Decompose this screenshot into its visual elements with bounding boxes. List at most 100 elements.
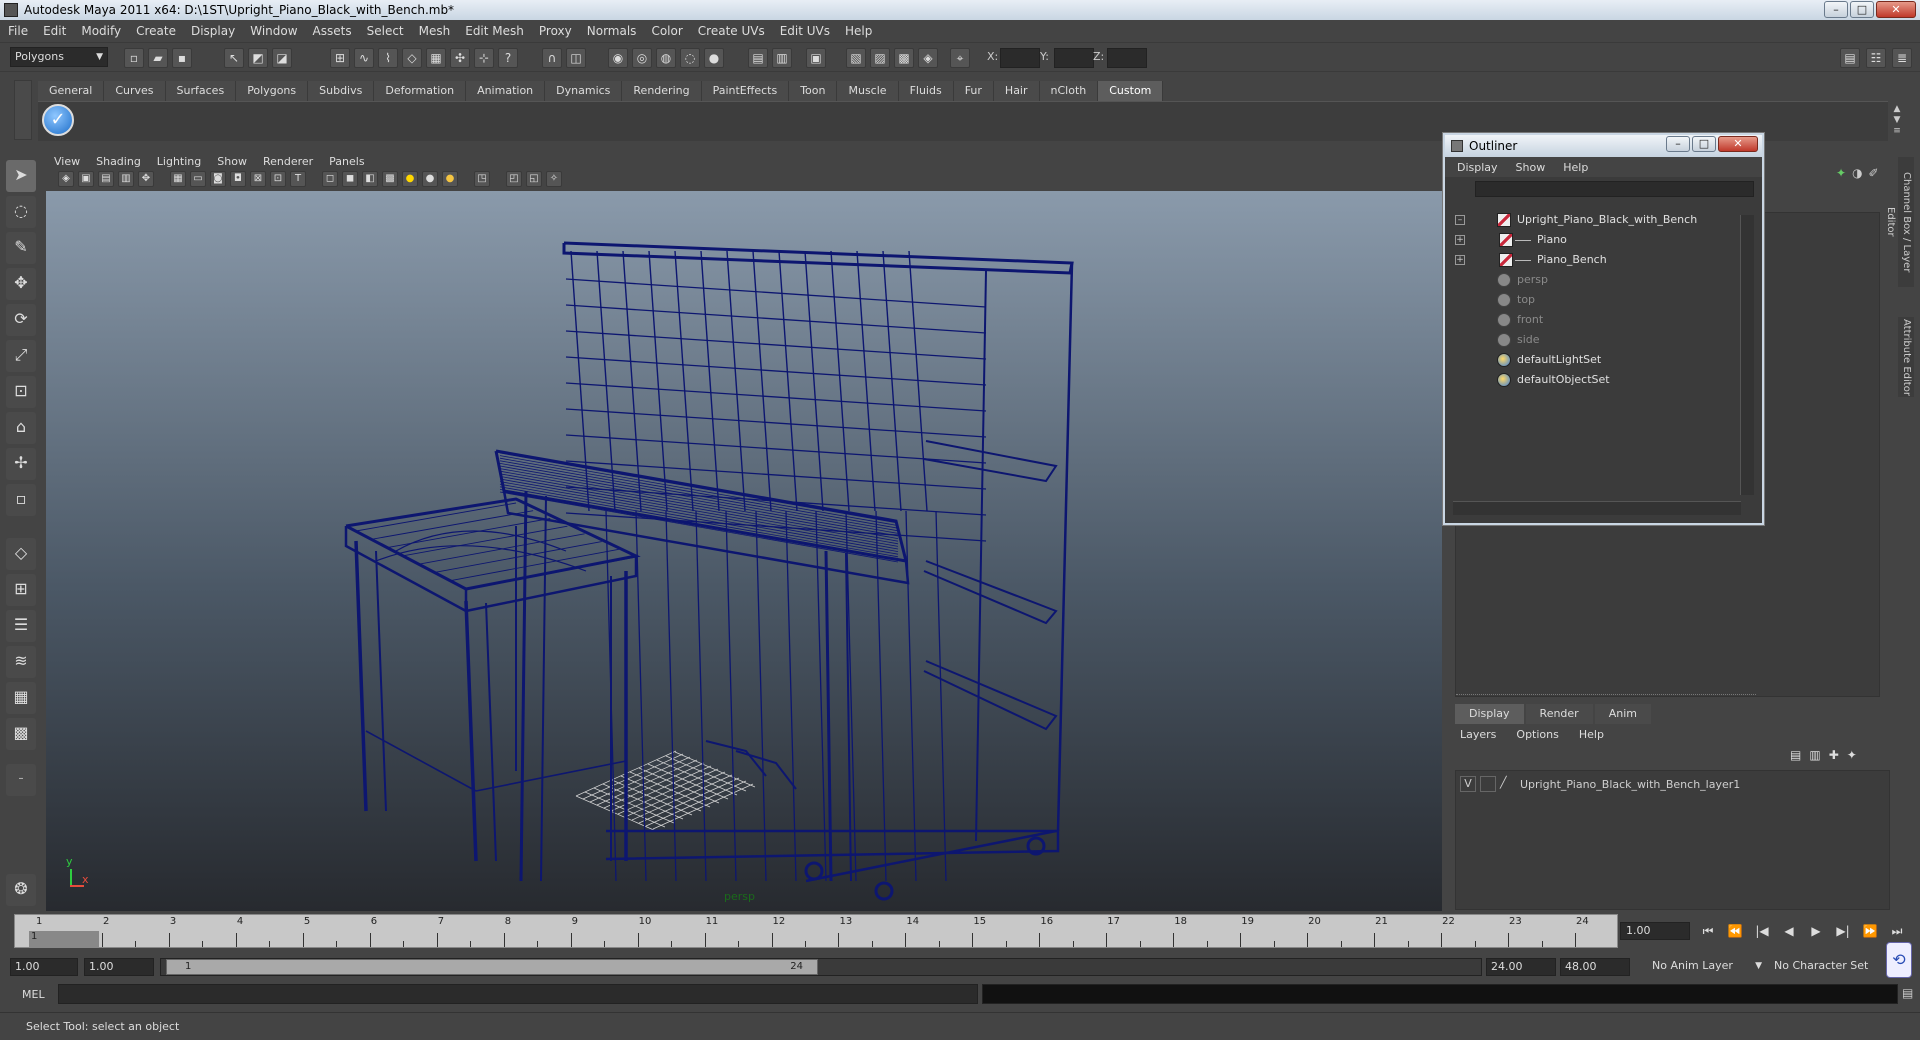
shelf-tab-toon[interactable]: Toon [789, 81, 838, 101]
sidebar-toggle-icon[interactable]: ▣ [806, 48, 826, 68]
xray-joints-icon[interactable]: ◱ [526, 171, 542, 187]
range-slider-handle[interactable]: 1 24 [166, 959, 818, 975]
input-line-icon[interactable]: ▤ [748, 48, 768, 68]
maya-logo-icon[interactable]: ❂ [6, 874, 36, 906]
layer-move-down-icon[interactable]: ▥ [1809, 748, 1820, 762]
outliner-horizontal-scrollbar[interactable] [1453, 501, 1741, 515]
time-slider[interactable]: 1 2 3 4 5 6 7 8 9 10 11 12 13 14 15 16 17 18 19 20 21 22 23 24 … [14, 914, 1618, 948]
menu-assets[interactable]: Assets [313, 24, 352, 38]
tool-settings-icon[interactable]: ▩ [894, 48, 914, 68]
menu-edit[interactable]: Edit [43, 24, 66, 38]
animation-end-field[interactable]: 48.00 [1560, 958, 1630, 976]
two-d-pan-icon[interactable]: ✥ [138, 171, 154, 187]
current-time-field[interactable]: 1.00 [1620, 922, 1690, 940]
menu-select[interactable]: Select [367, 24, 404, 38]
camera-attributes-icon[interactable]: ▣ [78, 171, 94, 187]
viewport-menu-view[interactable]: View [54, 155, 80, 168]
y-coordinate-field[interactable] [1054, 48, 1094, 68]
outliner-item[interactable]: – Upright_Piano_Black_with_Bench [1445, 210, 1735, 230]
step-back-frame-icon[interactable]: |◀ [1752, 922, 1772, 940]
outliner-item[interactable]: defaultLightSet [1445, 350, 1735, 370]
outliner-persp-layout-icon[interactable]: ☰ [6, 610, 36, 642]
custom-layout-icon[interactable]: ▩ [6, 718, 36, 750]
render-view-icon[interactable]: ◉ [608, 48, 628, 68]
relative-transform-icon[interactable]: ⌖ [950, 48, 970, 68]
snap-grid-icon[interactable]: ⊞ [330, 48, 350, 68]
current-frame-marker[interactable]: 1 [29, 931, 99, 947]
select-tool-icon[interactable]: ➤ [6, 160, 36, 192]
menu-proxy[interactable]: Proxy [539, 24, 572, 38]
input-line-mode-icon[interactable]: ▥ [772, 48, 792, 68]
layer-row[interactable]: V ╱ Upright_Piano_Black_with_Bench_layer… [1460, 775, 1880, 793]
gate-mask-icon[interactable]: ◘ [230, 171, 246, 187]
checkmark-shelf-icon[interactable]: ✓ [42, 104, 74, 136]
scale-tool-icon[interactable]: ⤢ [6, 340, 36, 372]
new-layer-icon[interactable]: ✚ [1829, 748, 1839, 762]
outliner-menu-show[interactable]: Show [1516, 161, 1546, 174]
open-scene-icon[interactable]: ▰ [148, 48, 168, 68]
four-pane-layout-icon[interactable]: ⊞ [6, 574, 36, 606]
attribute-editor-tab[interactable]: Attribute Editor [1898, 317, 1914, 397]
magnet-icon[interactable]: ∩ [542, 48, 562, 68]
outliner-minimize-button[interactable]: – [1666, 136, 1690, 152]
attribute-layout-icon[interactable]: ≣ [1892, 48, 1912, 68]
channel-toggle-icon[interactable]: ◑ [1852, 166, 1862, 180]
film-gate-icon[interactable]: ▭ [190, 171, 206, 187]
viewport-menu-panels[interactable]: Panels [329, 155, 364, 168]
character-set-selector[interactable]: No Character Set [1770, 958, 1882, 976]
new-scene-icon[interactable]: ▫ [124, 48, 144, 68]
menu-create-uvs[interactable]: Create UVs [698, 24, 765, 38]
select-object-icon[interactable]: ◩ [248, 48, 268, 68]
save-scene-icon[interactable]: ▪ [172, 48, 192, 68]
paint-select-tool-icon[interactable]: ✎ [6, 232, 36, 264]
shelf-tab-animation[interactable]: Animation [466, 81, 546, 101]
select-hierarchy-icon[interactable]: ↖ [224, 48, 244, 68]
expand-icon[interactable]: + [1455, 255, 1465, 265]
manipulator-tool-icon[interactable]: ⊡ [6, 376, 36, 408]
shelf-tab-dynamics[interactable]: Dynamics [545, 81, 623, 101]
layer-menu-help[interactable]: Help [1579, 728, 1604, 741]
perspective-viewport[interactable] [46, 191, 1442, 911]
step-forward-key-icon[interactable]: ⏩ [1860, 922, 1880, 940]
toolbox-more-icon[interactable]: – [6, 764, 36, 796]
layer-type-toggle[interactable] [1480, 776, 1496, 792]
menu-normals[interactable]: Normals [587, 24, 637, 38]
safe-title-icon[interactable]: T [290, 171, 306, 187]
outliner-close-button[interactable]: ✕ [1718, 136, 1758, 152]
isolate-select-icon[interactable]: ◳ [474, 171, 490, 187]
outliner-item[interactable]: side [1445, 330, 1735, 350]
rotate-tool-icon[interactable]: ⟳ [6, 304, 36, 336]
hud-icon[interactable]: ✧ [546, 171, 562, 187]
outliner-item[interactable]: top [1445, 290, 1735, 310]
render-current-icon[interactable]: ◎ [632, 48, 652, 68]
snap-view-icon[interactable]: ⊹ [474, 48, 494, 68]
outliner-item[interactable]: + Piano [1445, 230, 1735, 250]
move-tool-icon[interactable]: ✥ [6, 268, 36, 300]
command-language-label[interactable]: MEL [22, 988, 45, 1001]
channel-keyable-icon[interactable]: ✦ [1836, 166, 1846, 180]
wireframe-shading-icon[interactable]: ◻ [322, 171, 338, 187]
menu-file[interactable]: File [8, 24, 28, 38]
script-editor-icon[interactable]: ▤ [1902, 986, 1913, 1000]
viewport-menu-renderer[interactable]: Renderer [263, 155, 313, 168]
hypershade-icon[interactable]: ● [704, 48, 724, 68]
shelf-tab-custom[interactable]: Custom [1098, 81, 1164, 101]
auto-key-icon[interactable]: ⟲ [1886, 942, 1912, 978]
command-input[interactable] [58, 984, 978, 1004]
play-forwards-icon[interactable]: ▶ [1806, 922, 1826, 940]
outliner-maximize-button[interactable]: □ [1692, 136, 1716, 152]
go-to-end-icon[interactable]: ⏭ [1887, 922, 1907, 940]
camera-select-icon[interactable]: ◈ [58, 171, 74, 187]
shelf-tab-fur[interactable]: Fur [953, 81, 994, 101]
use-all-lights-icon[interactable]: ● [422, 171, 438, 187]
outliner-item[interactable]: front [1445, 310, 1735, 330]
shelf-tab-hair[interactable]: Hair [993, 81, 1040, 101]
z-coordinate-field[interactable] [1107, 48, 1147, 68]
menu-create[interactable]: Create [136, 24, 176, 38]
maximize-button[interactable]: □ [1850, 1, 1874, 18]
lasso-tool-icon[interactable]: ◌ [6, 196, 36, 228]
viewport-menu-shading[interactable]: Shading [96, 155, 141, 168]
menu-display[interactable]: Display [191, 24, 235, 38]
snap-curve-icon[interactable]: ∿ [354, 48, 374, 68]
step-forward-frame-icon[interactable]: ▶| [1833, 922, 1853, 940]
